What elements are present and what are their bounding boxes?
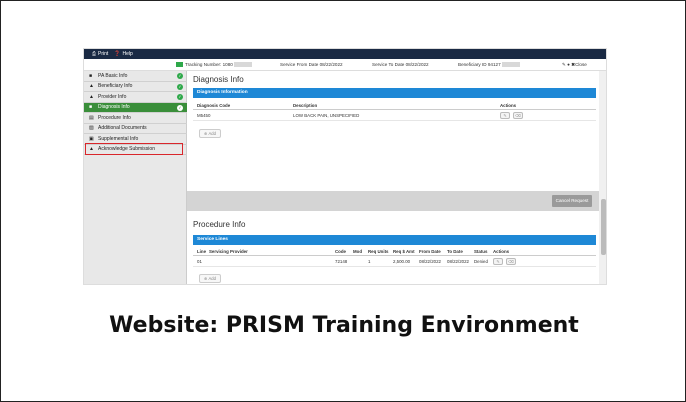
delete-button[interactable]: ⌫ [513,111,523,119]
prism-screenshot: ⎙ Print ❓ Help Tracking Number: 1080 Servi… [83,48,607,285]
trash-icon: ⌫ [515,112,521,118]
main-content: Diagnosis Info Diagnosis Information Dia… [187,71,606,284]
check-icon: ✓ [177,94,183,100]
sidebar-item-pa-basic-info[interactable]: ■ PA Basic Info ✓ [84,71,187,82]
sidebar-item-procedure-info[interactable]: ▤ Procedure Info [84,113,187,124]
service-lines-table: Line Servicing Provider Code Mod Req Uni… [193,246,596,267]
edit-icon: ✎ [503,112,507,118]
redacted-value [501,62,520,68]
close-button[interactable]: ✖Close [571,62,587,67]
table-header: Line Servicing Provider Code Mod Req Uni… [193,246,596,256]
sidebar-item-beneficiary-info[interactable]: ▲ Beneficiary Info ✓ [84,82,187,92]
diagnosis-section-title: Diagnosis Info [193,75,244,84]
help-button[interactable]: ❓ Help [114,51,133,57]
service-lines-header: Service Lines [193,235,596,245]
pa-info-bar: Tracking Number: 1080 Service From Date … [84,59,606,71]
diagnosis-information-header: Diagnosis Information [193,88,596,98]
sidebar-item-diagnosis-info[interactable]: ■ Diagnosis Info ✓ [84,102,187,113]
tracking-number: Tracking Number: 1080 [176,62,252,68]
procedure-section-title: Procedure Info [193,220,246,229]
comments-icon[interactable]: ● [567,62,570,67]
scrollbar-thumb[interactable] [601,199,606,255]
infobar-actions: ✎ ● ✖Close [562,62,587,68]
service-from-date: Service From Date 08/22/2022 [280,62,343,67]
edit-button[interactable]: ✎ [493,257,503,265]
edit-button[interactable]: ✎ [500,111,510,119]
beneficiary-id: Beneficiary ID 94127 [458,62,520,68]
vertical-scrollbar[interactable] [599,71,606,284]
briefcase-icon: ▣ [89,135,94,142]
help-icon: ❓ [114,51,121,57]
cancel-request-button[interactable]: Cancel Request [552,195,592,207]
table-row: 01 72148 1 2,500.00 08/22/2022 08/22/202… [193,256,596,267]
attach-icon[interactable]: ✎ [562,62,566,67]
list-icon: ▤ [89,114,94,121]
files-icon: ▧ [89,125,94,132]
printer-icon: ⎙ [92,51,97,57]
slide-caption: Website: PRISM Training Environment [109,313,579,338]
slide-frame: ⎙ Print ❓ Help Tracking Number: 1080 Servi… [0,0,686,402]
table-row: M5450 LOW BACK PAIN, UNSPECIFIED ✎ ⌫ [193,110,596,121]
trash-icon: ⌫ [508,258,514,264]
section-divider-bar: Cancel Request [187,191,606,211]
sidebar-item-additional-documents[interactable]: ▧ Additional Documents [84,124,187,134]
sidebar-nav: ■ PA Basic Info ✓ ▲ Beneficiary Info ✓ ▲ Prov… [84,71,187,284]
users-icon: ▲ [89,93,94,100]
user-icon: ▲ [89,83,94,90]
grid-icon [176,62,183,68]
service-to-date: Service To Date 08/22/2022 [372,62,429,67]
top-toolbar: ⎙ Print ❓ Help [84,49,606,59]
document-icon: ■ [89,72,93,79]
plus-icon: ⊕ [204,276,208,281]
document-icon: ■ [89,104,93,111]
edit-icon: ✎ [496,258,500,264]
check-icon: ✓ [177,83,183,90]
sidebar-item-provider-info[interactable]: ▲ Provider Info ✓ [84,92,187,103]
highlight-box-additional-documents [85,143,183,155]
table-header: Diagnosis Code Description Actions [193,100,596,110]
plus-icon: ⊕ [204,131,208,136]
redacted-value [233,62,252,68]
add-diagnosis-button[interactable]: ⊕ Add [199,129,221,138]
diagnosis-table: Diagnosis Code Description Actions M5450… [193,100,596,121]
check-icon: ✓ [177,73,183,79]
print-button[interactable]: ⎙ Print [92,51,108,57]
delete-button[interactable]: ⌫ [506,257,516,265]
add-service-line-button[interactable]: ⊕ Add [199,274,221,283]
check-icon: ✓ [177,104,183,111]
